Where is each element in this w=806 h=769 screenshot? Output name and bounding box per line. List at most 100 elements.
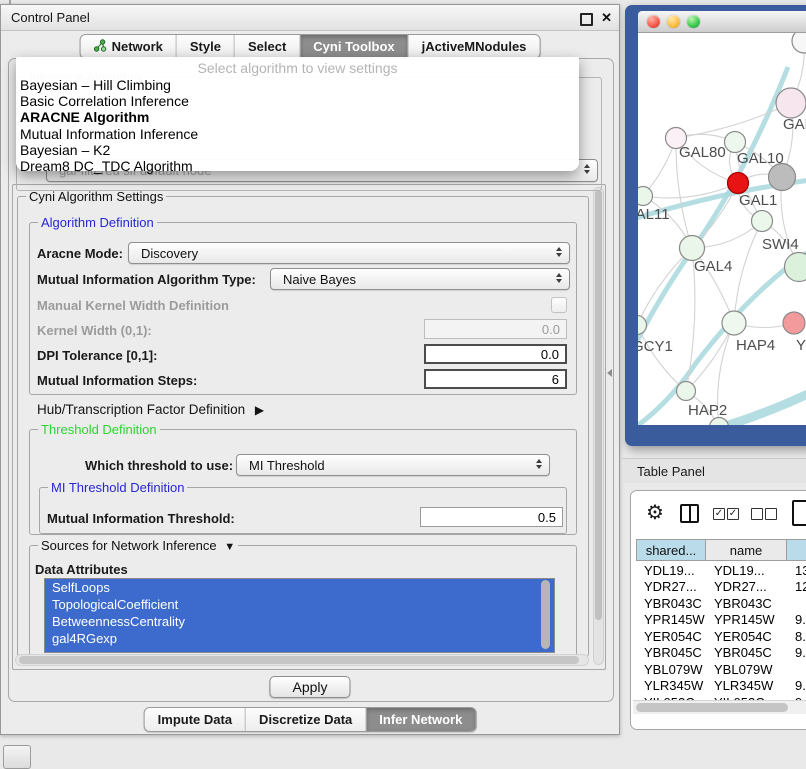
settings-horizontal-scrollbar-thumb[interactable] [19,656,579,664]
tab-cyni-toolbox[interactable]: Cyni Toolbox [299,35,407,58]
table-horizontal-scrollbar-thumb[interactable] [636,703,788,712]
column-header-hidden[interactable] [787,539,806,561]
table-row[interactable]: YBL079WYBL079W [636,661,806,678]
attribute-item-gal4rgexp[interactable]: gal4RGexp [45,630,554,647]
column-header-shared[interactable]: shared... [636,539,706,561]
gear-icon[interactable]: ⚙ [646,502,664,524]
table-cell: YPR145W [636,612,706,627]
table-row[interactable]: YDL19...YDL19...13 [636,562,806,579]
table-row[interactable]: YBR043CYBR043C [636,595,806,612]
select-all-icon[interactable]: ✓ [727,508,739,520]
control-panel-titlebar[interactable]: Control Panel ✕ [1,5,619,31]
zoom-traffic-icon[interactable] [687,15,700,28]
network-node[interactable] [792,33,806,53]
mi-algorithm-type-label: Mutual Information Algorithm Type: [37,272,256,287]
settings-horizontal-scrollbar[interactable] [15,654,589,666]
dropdown-prompt: Select algorithm to view settings [16,57,579,77]
columns-icon[interactable] [680,504,699,523]
minimize-traffic-icon[interactable] [667,15,680,28]
menu-item-bayesian-k2[interactable]: Bayesian – K2 [16,142,579,158]
table-column-headers: shared...name [636,539,806,561]
table-row[interactable]: YPR145WYPR145W9. [636,612,806,629]
network-edge[interactable] [638,325,686,391]
table-row[interactable]: YBR045CYBR045C9. [636,645,806,662]
network-edge[interactable] [734,221,762,323]
table-row[interactable]: YER054CYER054C8. [636,628,806,645]
network-node-y[interactable] [783,312,805,334]
network-node-gcy1[interactable] [638,316,647,335]
network-node-swi4[interactable] [785,253,806,282]
table-row[interactable]: YLR345WYLR345W9. [636,678,806,695]
network-node-hap4[interactable] [722,311,746,335]
attributes-scrollbar-thumb[interactable] [541,580,550,649]
table-panel-title: Table Panel [637,464,705,479]
table-cell: 8. [787,629,806,644]
float-window-icon[interactable] [580,13,593,26]
deselect-all-icon[interactable] [751,508,763,520]
menu-item-basic-correlation-inference[interactable]: Basic Correlation Inference [16,93,579,109]
tab-discretize-data[interactable]: Discretize Data [245,708,365,731]
network-node-gal4[interactable] [680,236,705,261]
mi-threshold-field[interactable] [420,507,563,527]
column-header-name[interactable]: name [706,539,787,561]
network-node-label: SWI4 [762,236,799,253]
table-cell: YDR27... [636,579,706,594]
table-horizontal-scrollbar[interactable] [633,700,806,714]
dpi-tolerance-field[interactable] [424,344,567,364]
close-icon[interactable]: ✕ [601,10,612,26]
dpi-tolerance-label: DPI Tolerance [0,1]: [37,348,157,363]
manual-kernel-width-checkbox[interactable] [551,297,567,313]
tab-jactivemnodules[interactable]: jActiveMNodules [408,35,540,58]
mi-algorithm-type-combobox[interactable]: Naive Bayes [270,268,570,290]
aracne-mode-label: Aracne Mode: [37,246,123,261]
panel-title: Control Panel [11,10,90,25]
stepper-icon [584,164,590,174]
table-cell: YER054C [636,629,706,644]
mi-steps-field[interactable] [424,369,567,389]
attribute-item-selfloops[interactable]: SelfLoops [45,579,554,596]
tab-impute-data[interactable]: Impute Data [145,708,245,731]
network-node-gal11[interactable] [638,187,653,206]
attribute-item-topologicalcoefficient[interactable]: TopologicalCoefficient [45,596,554,613]
table-cell: 13 [787,563,806,578]
select-all-icon[interactable]: ✓ [713,508,725,520]
network-node[interactable] [752,211,773,232]
tab-style[interactable]: Style [176,35,234,58]
menu-item-dream8-dc-tdc-algorithm[interactable]: Dream8 DC_TDC Algorithm [16,158,579,174]
aracne-mode-combobox[interactable]: Discovery [128,242,570,264]
sources-legend[interactable]: Sources for Network Inference ▼ [38,538,238,553]
tab-infer-network[interactable]: Infer Network [365,708,475,731]
table-row[interactable]: YDR27...YDR27...12 [636,579,806,596]
table-panel: ⚙ ✓ ✓ shared...name YDL19...YDL19...13YD… [630,490,806,730]
close-traffic-icon[interactable] [647,15,660,28]
page-icon[interactable] [792,500,806,526]
network-node-gal1[interactable] [728,173,749,194]
menu-item-mutual-information-inference[interactable]: Mutual Information Inference [16,126,579,142]
which-threshold-value: MI Threshold [249,458,325,473]
table-cell: 12 [787,579,806,594]
corner-panel-button[interactable] [3,745,31,769]
splitter-collapse-arrow[interactable] [607,369,612,377]
deselect-all-icon[interactable] [765,508,777,520]
settings-scrollbar-thumb[interactable] [595,190,602,620]
attribute-item-betweennesscentrality[interactable]: BetweennessCentrality [45,613,554,630]
kernel-width-field[interactable] [424,319,567,339]
network-node[interactable] [769,164,796,191]
menu-item-bayesian-hill-climbing[interactable]: Bayesian – Hill Climbing [16,77,579,93]
settings-scrollbar[interactable] [593,187,604,665]
network-window-titlebar[interactable] [638,11,806,33]
apply-button[interactable]: Apply [269,676,350,698]
table-cell: YLR345W [636,678,706,693]
data-attributes-list[interactable]: SelfLoopsTopologicalCoefficientBetweenne… [44,578,555,653]
which-threshold-label: Which threshold to use: [85,458,233,473]
tab-network[interactable]: Network [81,35,176,58]
which-threshold-combobox[interactable]: MI Threshold [236,454,550,476]
tab-select[interactable]: Select [234,35,299,58]
network-node-label: Y [796,337,806,354]
network-icon [94,39,107,55]
network-canvas[interactable]: GALGAL80GAL10GAL1GAL11GAL4SWI4GCY1HAP4YH… [638,33,806,425]
hub-definition-toggle[interactable]: Hub/Transcription Factor Definition ▶ [37,402,264,417]
network-node-gal[interactable] [776,88,806,118]
menu-item-aracne-algorithm[interactable]: ARACNE Algorithm [16,109,579,125]
network-node-hap2[interactable] [677,382,696,401]
